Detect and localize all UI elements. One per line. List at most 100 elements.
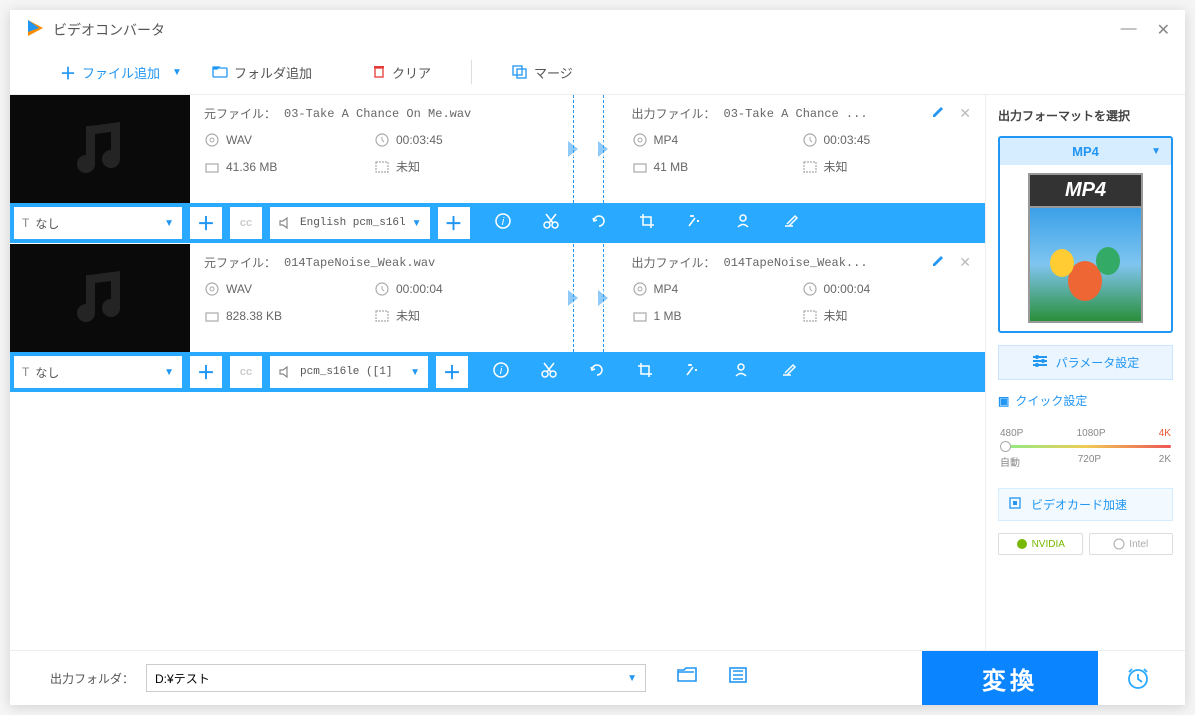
subtitle-select[interactable]: T なし ▼ (13, 206, 183, 240)
clock-icon (802, 132, 818, 148)
file-list: 元ファイル：03-Take A Chance On Me.wav WAV 00:… (10, 95, 985, 650)
arrow-divider (558, 244, 588, 352)
info-button[interactable]: i (494, 212, 512, 235)
trash-icon (372, 64, 386, 81)
format-selector: MP4 ▼ MP4 (998, 136, 1173, 333)
chevron-down-icon: ▼ (164, 218, 174, 229)
gpu-accel-button[interactable]: ビデオカード加速 (998, 488, 1173, 521)
output-path-select[interactable]: D:¥テスト ▼ (146, 664, 646, 692)
effects-button[interactable] (686, 212, 704, 235)
watermark-button[interactable] (734, 212, 752, 235)
resolution-icon (374, 159, 390, 175)
source-info: 元ファイル：014TapeNoise_Weak.wav WAV 00:00:04… (190, 244, 558, 352)
list-item: 元ファイル：03-Take A Chance On Me.wav WAV 00:… (10, 95, 985, 244)
add-subtitle-button[interactable]: ＋ (189, 355, 223, 389)
cc-button[interactable]: cc (229, 206, 263, 240)
crop-button[interactable] (638, 212, 656, 235)
watermark-button[interactable] (732, 361, 750, 384)
main-area: 元ファイル：03-Take A Chance On Me.wav WAV 00:… (10, 95, 1185, 650)
add-audio-button[interactable]: ＋ (437, 206, 471, 240)
chip-icon (1007, 495, 1023, 514)
music-note-icon (65, 114, 135, 184)
slider-handle[interactable] (1000, 441, 1011, 452)
remove-item-button[interactable]: ✕ (959, 105, 971, 122)
add-subtitle-button[interactable]: ＋ (189, 206, 223, 240)
thumbnail[interactable] (10, 244, 190, 352)
arrow-icon (568, 290, 578, 306)
app-logo-icon (25, 18, 45, 43)
plus-square-icon: ▣ (998, 394, 1009, 408)
rotate-button[interactable] (590, 212, 608, 235)
source-info: 元ファイル：03-Take A Chance On Me.wav WAV 00:… (190, 95, 558, 203)
chevron-down-icon[interactable]: ▼ (172, 67, 182, 78)
folder-icon (632, 159, 648, 175)
title-bar: ビデオコンバータ — ✕ (10, 10, 1185, 50)
edit-output-button[interactable] (931, 105, 945, 122)
parameter-settings-button[interactable]: パラメータ設定 (998, 345, 1173, 380)
item-action-bar: T なし ▼ ＋ cc English pcm_s16l ▼ ＋ i (10, 203, 985, 243)
footer: 出力フォルダ： D:¥テスト ▼ 変換 (10, 650, 1185, 705)
add-audio-button[interactable]: ＋ (435, 355, 469, 389)
item-action-bar: T なし ▼ ＋ cc pcm_s16le ([1] ▼ ＋ i (10, 352, 985, 392)
thumbnail[interactable] (10, 95, 190, 203)
merge-icon (512, 64, 528, 80)
resolution-icon (374, 308, 390, 324)
clear-button[interactable]: クリア (372, 63, 431, 82)
cut-button[interactable] (542, 212, 560, 235)
speaker-icon (278, 215, 294, 231)
playlist-button[interactable] (728, 666, 748, 690)
crop-button[interactable] (636, 361, 654, 384)
format-dropdown[interactable]: MP4 ▼ (1000, 138, 1171, 165)
arrow-icon (598, 290, 608, 306)
app-title: ビデオコンバータ (53, 20, 1121, 40)
subtitle-edit-button[interactable] (780, 361, 798, 384)
arrow-icon (598, 141, 608, 157)
schedule-button[interactable] (1110, 651, 1165, 706)
chevron-down-icon: ▼ (1151, 146, 1161, 157)
subtitle-select[interactable]: T なし ▼ (13, 355, 183, 389)
separator (471, 60, 472, 84)
audio-select[interactable]: English pcm_s16l ▼ (269, 206, 431, 240)
window-controls: — ✕ (1121, 20, 1170, 40)
quality-slider[interactable]: 480P1080P4K 自動720P2K (998, 421, 1173, 476)
convert-button[interactable]: 変換 (922, 651, 1098, 706)
add-file-button[interactable]: ＋ ファイル追加 ▼ (60, 60, 182, 84)
music-note-icon (65, 263, 135, 333)
remove-item-button[interactable]: ✕ (959, 254, 971, 271)
sidebar-title: 出力フォーマットを選択 (998, 107, 1173, 124)
format-preview: MP4 (1000, 165, 1171, 331)
minimize-button[interactable]: — (1121, 20, 1137, 40)
toolbar: ＋ ファイル追加 ▼ フォルダ追加 クリア マージ (10, 50, 1185, 95)
disc-icon (632, 132, 648, 148)
folder-plus-icon (212, 64, 228, 80)
intel-badge[interactable]: Intel (1089, 533, 1174, 555)
list-item: 元ファイル：014TapeNoise_Weak.wav WAV 00:00:04… (10, 244, 985, 393)
rotate-button[interactable] (588, 361, 606, 384)
chevron-down-icon: ▼ (627, 673, 637, 684)
cc-button[interactable]: cc (229, 355, 263, 389)
audio-select[interactable]: pcm_s16le ([1] ▼ (269, 355, 429, 389)
chevron-down-icon: ▼ (412, 218, 422, 229)
output-info: 出力ファイル：014TapeNoise_Weak... MP4 00:00:04… (618, 244, 986, 352)
info-button[interactable]: i (492, 361, 510, 384)
resolution-icon (802, 308, 818, 324)
merge-button[interactable]: マージ (512, 63, 573, 82)
clock-icon (374, 132, 390, 148)
arrow-divider (588, 244, 618, 352)
output-info: 出力ファイル：03-Take A Chance ... MP4 00:03:45… (618, 95, 986, 203)
add-folder-button[interactable]: フォルダ追加 (212, 63, 312, 82)
close-button[interactable]: ✕ (1157, 20, 1170, 40)
resolution-icon (802, 159, 818, 175)
arrow-divider (558, 95, 588, 203)
settings-icon (1032, 354, 1048, 371)
chevron-down-icon: ▼ (164, 367, 174, 378)
quick-settings-title: ▣ クイック設定 (998, 392, 1173, 409)
edit-output-button[interactable] (931, 254, 945, 271)
effects-button[interactable] (684, 361, 702, 384)
subtitle-edit-button[interactable] (782, 212, 800, 235)
cut-button[interactable] (540, 361, 558, 384)
open-folder-button[interactable] (676, 666, 698, 690)
clock-icon (802, 281, 818, 297)
svg-text:i: i (501, 216, 504, 228)
nvidia-badge[interactable]: NVIDIA (998, 533, 1083, 555)
